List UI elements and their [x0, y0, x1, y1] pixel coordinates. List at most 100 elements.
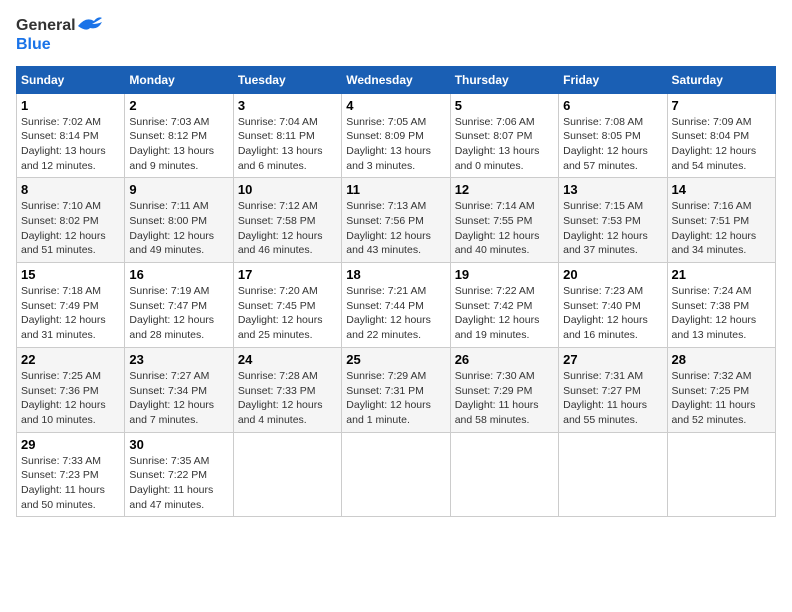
day-number: 21: [672, 267, 771, 282]
sunset: Sunset: 7:53 PM: [563, 215, 641, 227]
day-number: 23: [129, 352, 228, 367]
sunrise: Sunrise: 7:24 AM: [672, 285, 752, 297]
day-info: Sunrise: 7:03 AM Sunset: 8:12 PM Dayligh…: [129, 115, 228, 174]
day-header-sunday: Sunday: [17, 66, 125, 93]
day-number: 7: [672, 98, 771, 113]
day-number: 15: [21, 267, 120, 282]
day-info: Sunrise: 7:10 AM Sunset: 8:02 PM Dayligh…: [21, 199, 120, 258]
daylight: Daylight: 12 hours and 34 minutes.: [672, 230, 757, 257]
calendar-cell: 17 Sunrise: 7:20 AM Sunset: 7:45 PM Dayl…: [233, 263, 341, 348]
calendar-week-row: 15 Sunrise: 7:18 AM Sunset: 7:49 PM Dayl…: [17, 263, 776, 348]
daylight: Daylight: 12 hours and 13 minutes.: [672, 314, 757, 341]
calendar-week-row: 1 Sunrise: 7:02 AM Sunset: 8:14 PM Dayli…: [17, 93, 776, 178]
day-number: 14: [672, 182, 771, 197]
day-number: 24: [238, 352, 337, 367]
sunrise: Sunrise: 7:23 AM: [563, 285, 643, 297]
daylight: Daylight: 13 hours and 9 minutes.: [129, 145, 214, 172]
daylight: Daylight: 13 hours and 0 minutes.: [455, 145, 540, 172]
sunset: Sunset: 7:23 PM: [21, 469, 99, 481]
sunset: Sunset: 7:56 PM: [346, 215, 424, 227]
calendar-cell: [667, 432, 775, 517]
day-header-wednesday: Wednesday: [342, 66, 450, 93]
daylight: Daylight: 12 hours and 37 minutes.: [563, 230, 648, 257]
day-info: Sunrise: 7:05 AM Sunset: 8:09 PM Dayligh…: [346, 115, 445, 174]
logo-bird-icon: [78, 16, 102, 36]
sunrise: Sunrise: 7:27 AM: [129, 370, 209, 382]
sunset: Sunset: 7:34 PM: [129, 385, 207, 397]
sunset: Sunset: 8:14 PM: [21, 130, 99, 142]
sunrise: Sunrise: 7:08 AM: [563, 116, 643, 128]
daylight: Daylight: 12 hours and 49 minutes.: [129, 230, 214, 257]
day-header-saturday: Saturday: [667, 66, 775, 93]
sunset: Sunset: 7:33 PM: [238, 385, 316, 397]
sunrise: Sunrise: 7:06 AM: [455, 116, 535, 128]
daylight: Daylight: 13 hours and 3 minutes.: [346, 145, 431, 172]
calendar-cell: [450, 432, 558, 517]
day-info: Sunrise: 7:12 AM Sunset: 7:58 PM Dayligh…: [238, 199, 337, 258]
day-number: 1: [21, 98, 120, 113]
calendar-cell: 11 Sunrise: 7:13 AM Sunset: 7:56 PM Dayl…: [342, 178, 450, 263]
sunset: Sunset: 7:47 PM: [129, 300, 207, 312]
day-header-thursday: Thursday: [450, 66, 558, 93]
day-info: Sunrise: 7:30 AM Sunset: 7:29 PM Dayligh…: [455, 369, 554, 428]
daylight: Daylight: 12 hours and 28 minutes.: [129, 314, 214, 341]
calendar-cell: [559, 432, 667, 517]
daylight: Daylight: 12 hours and 19 minutes.: [455, 314, 540, 341]
sunset: Sunset: 7:22 PM: [129, 469, 207, 481]
sunrise: Sunrise: 7:32 AM: [672, 370, 752, 382]
day-number: 20: [563, 267, 662, 282]
daylight: Daylight: 12 hours and 46 minutes.: [238, 230, 323, 257]
calendar-cell: 21 Sunrise: 7:24 AM Sunset: 7:38 PM Dayl…: [667, 263, 775, 348]
day-info: Sunrise: 7:25 AM Sunset: 7:36 PM Dayligh…: [21, 369, 120, 428]
sunrise: Sunrise: 7:11 AM: [129, 200, 208, 212]
sunset: Sunset: 7:29 PM: [455, 385, 533, 397]
day-info: Sunrise: 7:35 AM Sunset: 7:22 PM Dayligh…: [129, 454, 228, 513]
day-info: Sunrise: 7:04 AM Sunset: 8:11 PM Dayligh…: [238, 115, 337, 174]
sunrise: Sunrise: 7:19 AM: [129, 285, 209, 297]
sunrise: Sunrise: 7:22 AM: [455, 285, 535, 297]
day-number: 28: [672, 352, 771, 367]
sunset: Sunset: 7:49 PM: [21, 300, 99, 312]
day-number: 29: [21, 437, 120, 452]
day-header-friday: Friday: [559, 66, 667, 93]
day-info: Sunrise: 7:28 AM Sunset: 7:33 PM Dayligh…: [238, 369, 337, 428]
calendar-cell: 13 Sunrise: 7:15 AM Sunset: 7:53 PM Dayl…: [559, 178, 667, 263]
day-info: Sunrise: 7:11 AM Sunset: 8:00 PM Dayligh…: [129, 199, 228, 258]
sunrise: Sunrise: 7:21 AM: [346, 285, 426, 297]
sunrise: Sunrise: 7:15 AM: [563, 200, 643, 212]
day-info: Sunrise: 7:29 AM Sunset: 7:31 PM Dayligh…: [346, 369, 445, 428]
sunrise: Sunrise: 7:18 AM: [21, 285, 101, 297]
day-info: Sunrise: 7:08 AM Sunset: 8:05 PM Dayligh…: [563, 115, 662, 174]
calendar-cell: 28 Sunrise: 7:32 AM Sunset: 7:25 PM Dayl…: [667, 347, 775, 432]
sunset: Sunset: 7:45 PM: [238, 300, 316, 312]
daylight: Daylight: 11 hours and 55 minutes.: [563, 399, 647, 426]
sunset: Sunset: 7:44 PM: [346, 300, 424, 312]
day-info: Sunrise: 7:09 AM Sunset: 8:04 PM Dayligh…: [672, 115, 771, 174]
calendar-cell: 12 Sunrise: 7:14 AM Sunset: 7:55 PM Dayl…: [450, 178, 558, 263]
daylight: Daylight: 12 hours and 40 minutes.: [455, 230, 540, 257]
day-info: Sunrise: 7:16 AM Sunset: 7:51 PM Dayligh…: [672, 199, 771, 258]
daylight: Daylight: 11 hours and 58 minutes.: [455, 399, 539, 426]
daylight: Daylight: 12 hours and 54 minutes.: [672, 145, 757, 172]
daylight: Daylight: 12 hours and 57 minutes.: [563, 145, 648, 172]
day-number: 27: [563, 352, 662, 367]
daylight: Daylight: 13 hours and 6 minutes.: [238, 145, 323, 172]
sunrise: Sunrise: 7:33 AM: [21, 455, 101, 467]
sunrise: Sunrise: 7:14 AM: [455, 200, 535, 212]
daylight: Daylight: 11 hours and 52 minutes.: [672, 399, 756, 426]
day-number: 10: [238, 182, 337, 197]
day-info: Sunrise: 7:23 AM Sunset: 7:40 PM Dayligh…: [563, 284, 662, 343]
day-info: Sunrise: 7:06 AM Sunset: 8:07 PM Dayligh…: [455, 115, 554, 174]
daylight: Daylight: 12 hours and 22 minutes.: [346, 314, 431, 341]
calendar-cell: 18 Sunrise: 7:21 AM Sunset: 7:44 PM Dayl…: [342, 263, 450, 348]
sunrise: Sunrise: 7:16 AM: [672, 200, 752, 212]
day-number: 11: [346, 182, 445, 197]
day-number: 2: [129, 98, 228, 113]
sunrise: Sunrise: 7:12 AM: [238, 200, 318, 212]
calendar-cell: 8 Sunrise: 7:10 AM Sunset: 8:02 PM Dayli…: [17, 178, 125, 263]
sunrise: Sunrise: 7:09 AM: [672, 116, 752, 128]
daylight: Daylight: 12 hours and 7 minutes.: [129, 399, 214, 426]
sunrise: Sunrise: 7:35 AM: [129, 455, 209, 467]
logo-blue: Blue: [16, 36, 102, 54]
logo-text-block: General Blue: [16, 16, 102, 54]
